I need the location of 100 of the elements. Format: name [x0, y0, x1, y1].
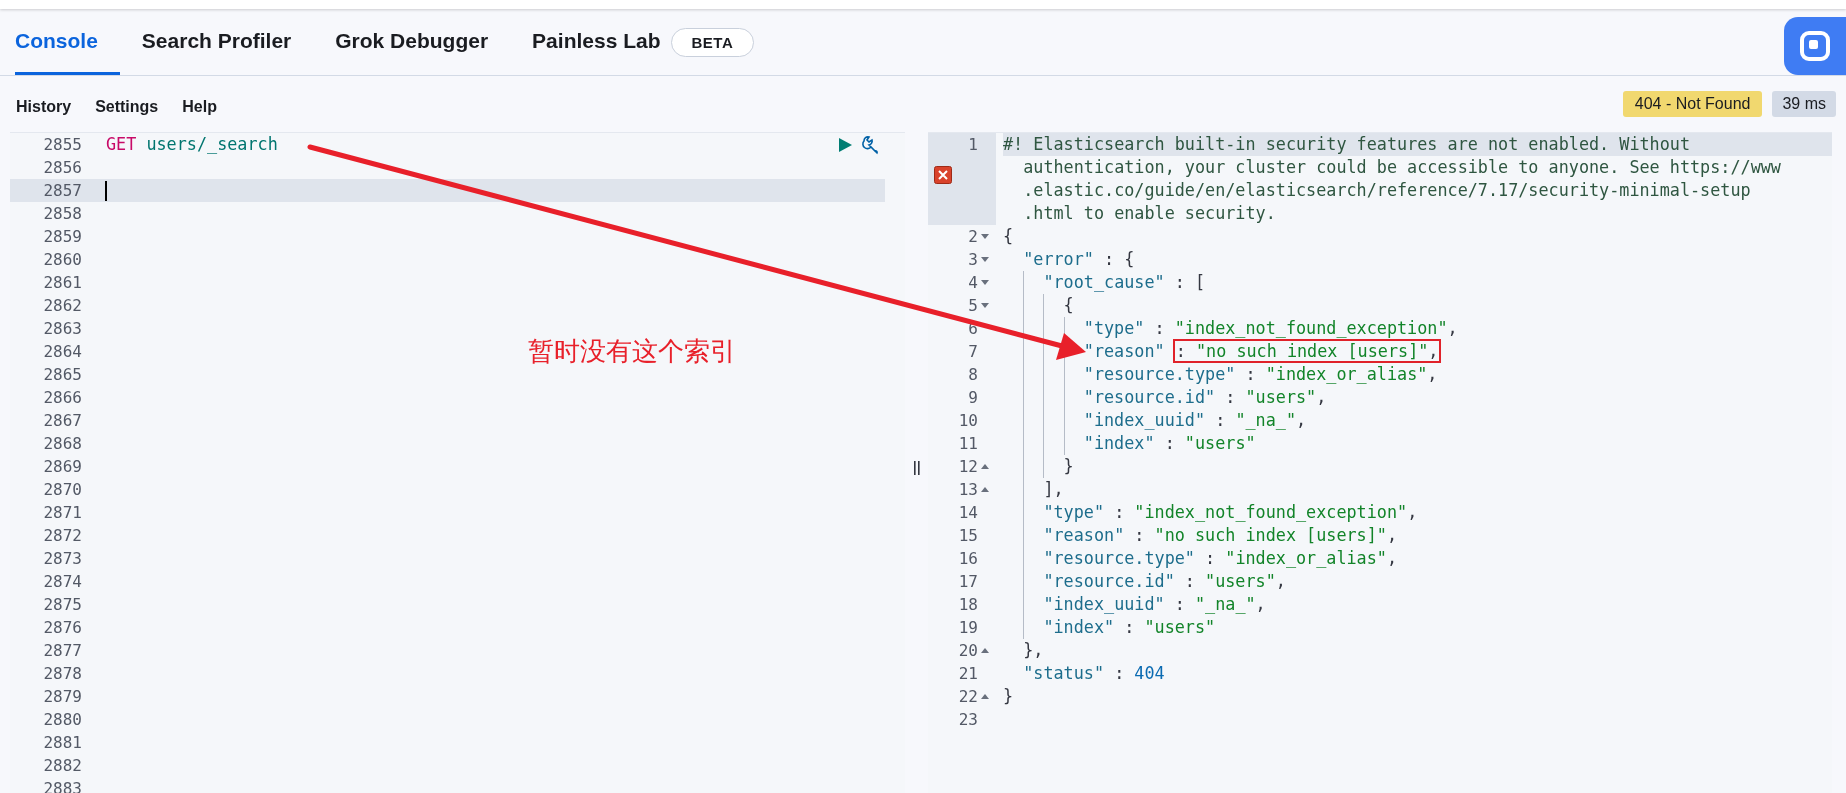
json-key: "resource.id" — [1043, 571, 1175, 591]
json-key: "root_cause" — [1043, 272, 1165, 292]
line-number: 2855 — [42, 134, 83, 156]
json-punctuation: : — [1244, 364, 1257, 384]
fold-caret-icon[interactable] — [981, 279, 989, 286]
fold-caret-icon[interactable] — [981, 302, 989, 309]
annotation-text: 暂时没有这个索引 — [528, 335, 736, 368]
json-punctuation: , — [1275, 571, 1286, 591]
request-path: users/_search — [145, 133, 278, 156]
tab[interactable]: Grok Debugger — [313, 9, 511, 75]
line-number: 2870 — [42, 479, 83, 501]
line-number: 2876 — [42, 617, 83, 639]
json-string: "users" — [1205, 571, 1276, 591]
json-string: "no such index [users]" — [1154, 525, 1387, 545]
time-badge: 39 ms — [1772, 91, 1836, 117]
json-punctuation: : — [1113, 663, 1126, 683]
tab[interactable]: Search Profiler — [119, 9, 314, 75]
json-punctuation: , — [1386, 525, 1398, 545]
annotation-box: : "no such index [users]", — [1172, 339, 1442, 363]
line-number: 2879 — [42, 686, 83, 708]
fold-caret-icon[interactable] — [981, 486, 989, 493]
json-string: "users" — [1144, 617, 1216, 637]
line-number: 18 — [958, 594, 978, 616]
menu-link[interactable]: Help — [170, 98, 229, 116]
line-number: 2862 — [42, 295, 83, 317]
json-punctuation: : { — [1103, 249, 1135, 269]
json-string: "index_not_found_exception" — [1134, 502, 1408, 522]
json-number: 404 — [1134, 663, 1165, 683]
comment-text: authentication, your cluster could be accessible to anyone. See https://www — [1022, 156, 1782, 179]
json-punctuation: , — [1427, 364, 1438, 384]
fold-caret-icon[interactable] — [981, 647, 989, 654]
json-string: "users" — [1184, 433, 1256, 453]
play-icon[interactable] — [837, 135, 853, 154]
line-number: 2 — [968, 226, 978, 248]
beta-badge: BETA — [670, 27, 755, 57]
line-number: 2874 — [42, 571, 83, 593]
line-number: 11 — [958, 433, 978, 455]
tab[interactable]: Console — [15, 9, 120, 75]
fold-caret-icon[interactable] — [981, 463, 989, 470]
line-number: 2880 — [42, 709, 83, 731]
line-number: 20 — [958, 640, 978, 662]
json-punctuation: }, — [1023, 640, 1044, 660]
json-key: "reason" — [1043, 525, 1125, 545]
json-string: "users" — [1245, 387, 1317, 407]
json-punctuation: , — [1316, 387, 1327, 407]
line-number: 2871 — [42, 502, 83, 524]
json-string: "_na_" — [1235, 410, 1296, 430]
json-punctuation: , — [1255, 594, 1266, 614]
resize-handle-icon[interactable] — [912, 459, 921, 476]
line-number: 2868 — [42, 433, 83, 455]
line-number: 16 — [958, 548, 978, 570]
json-punctuation: : — [1113, 502, 1126, 522]
json-punctuation: { — [1063, 295, 1074, 315]
menu-link[interactable]: History — [4, 98, 84, 116]
json-punctuation: : — [1133, 525, 1146, 545]
line-number: 2877 — [42, 640, 83, 662]
json-punctuation: : — [1214, 410, 1227, 430]
fold-caret-icon[interactable] — [981, 256, 989, 263]
line-number: 5 — [968, 295, 978, 317]
wrench-icon[interactable] — [861, 134, 881, 155]
json-string: "_na_" — [1194, 594, 1256, 614]
json-key: "type" — [1043, 502, 1105, 522]
line-number: 2869 — [42, 456, 83, 478]
json-string: "index_or_alias" — [1265, 364, 1428, 384]
json-punctuation: ], — [1043, 479, 1064, 499]
json-punctuation: { — [1003, 226, 1014, 246]
json-punctuation: : [ — [1173, 272, 1206, 292]
line-number: 2873 — [42, 548, 83, 570]
json-punctuation: : — [1173, 594, 1186, 614]
line-number: 2857 — [42, 180, 83, 202]
line-number: 12 — [958, 456, 978, 478]
line-number: 14 — [958, 502, 978, 524]
http-method: GET — [106, 133, 137, 156]
json-key: "index_uuid" — [1083, 410, 1206, 430]
json-string: "index_or_alias" — [1225, 548, 1387, 568]
fold-caret-icon[interactable] — [981, 233, 989, 240]
line-number: 2859 — [42, 226, 83, 248]
line-number: 2863 — [42, 318, 83, 340]
json-key: "index" — [1043, 617, 1115, 637]
json-punctuation: : — [1153, 318, 1166, 338]
json-punctuation: , — [1386, 548, 1398, 568]
line-number: 2861 — [42, 272, 83, 294]
json-punctuation: : — [1224, 387, 1237, 407]
line-number: 2872 — [42, 525, 83, 547]
line-number: 2882 — [42, 755, 83, 777]
json-string: "index_not_found_exception" — [1174, 318, 1448, 338]
line-number: 10 — [958, 410, 978, 432]
json-key: "error" — [1023, 249, 1094, 269]
line-number: 17 — [958, 571, 978, 593]
line-number: 3 — [968, 249, 978, 271]
comment-text: .elastic.co/guide/en/elasticsearch/reference/7.17/security-minimal-setup — [1022, 179, 1752, 202]
rounded-square-icon[interactable] — [1784, 17, 1846, 75]
line-number: 2856 — [42, 157, 83, 179]
line-number: 22 — [958, 686, 978, 708]
json-punctuation: , — [1407, 502, 1418, 522]
line-number: 4 — [968, 272, 978, 294]
menu-link[interactable]: Settings — [83, 98, 171, 116]
json-key: "index" — [1083, 433, 1155, 453]
fold-caret-icon[interactable] — [981, 693, 989, 700]
line-number: 1 — [968, 134, 978, 156]
